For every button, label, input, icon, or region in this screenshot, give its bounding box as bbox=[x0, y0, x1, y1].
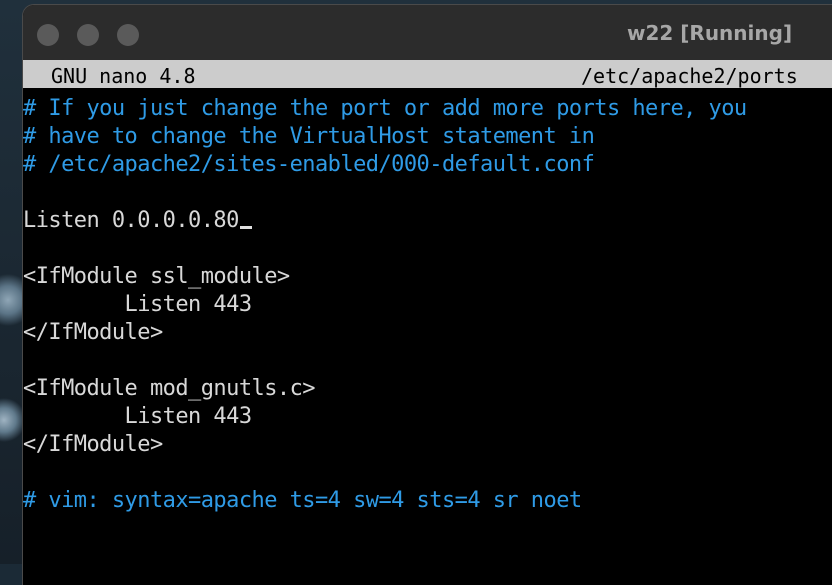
zoom-traffic-light-icon[interactable] bbox=[117, 24, 139, 46]
minimize-traffic-light-icon[interactable] bbox=[77, 24, 99, 46]
editor-line-ifmodule-close: </IfModule> bbox=[23, 320, 163, 345]
listen-directive-text: Listen 0.0.0.0.80 bbox=[23, 208, 239, 233]
nano-title-bar: GNU nano 4.8 /etc/apache2/ports bbox=[23, 60, 832, 88]
terminal-screen[interactable]: GNU nano 4.8 /etc/apache2/ports # If you… bbox=[23, 60, 832, 585]
editor-line-comment: # /etc/apache2/sites-enabled/000-default… bbox=[23, 152, 595, 177]
editor-line-listen-443: Listen 443 bbox=[23, 404, 253, 429]
nano-version: GNU nano 4.8 bbox=[51, 64, 196, 88]
text-cursor bbox=[239, 226, 252, 229]
close-traffic-light-icon[interactable] bbox=[37, 24, 59, 46]
editor-line-comment: # If you just change the port or add mor… bbox=[23, 96, 747, 121]
vm-window[interactable]: w22 [Running] GNU nano 4.8 /etc/apache2/… bbox=[22, 4, 832, 585]
editor-line-ifmodule-open: <IfModule mod_gnutls.c> bbox=[23, 376, 316, 401]
nano-file-path: /etc/apache2/ports bbox=[581, 64, 798, 88]
editor-line-ifmodule-close: </IfModule> bbox=[23, 432, 163, 457]
editor-line-ifmodule-open: <IfModule ssl_module> bbox=[23, 264, 290, 289]
editor-line-comment: # have to change the VirtualHost stateme… bbox=[23, 124, 595, 149]
title-bar[interactable]: w22 [Running] bbox=[23, 5, 832, 60]
window-title: w22 [Running] bbox=[627, 21, 793, 45]
editor-line-listen[interactable]: Listen 0.0.0.0.80 bbox=[23, 207, 252, 235]
editor-line-listen-443: Listen 443 bbox=[23, 292, 253, 317]
editor-line-vim-modeline: # vim: syntax=apache ts=4 sw=4 sts=4 sr … bbox=[23, 488, 582, 513]
